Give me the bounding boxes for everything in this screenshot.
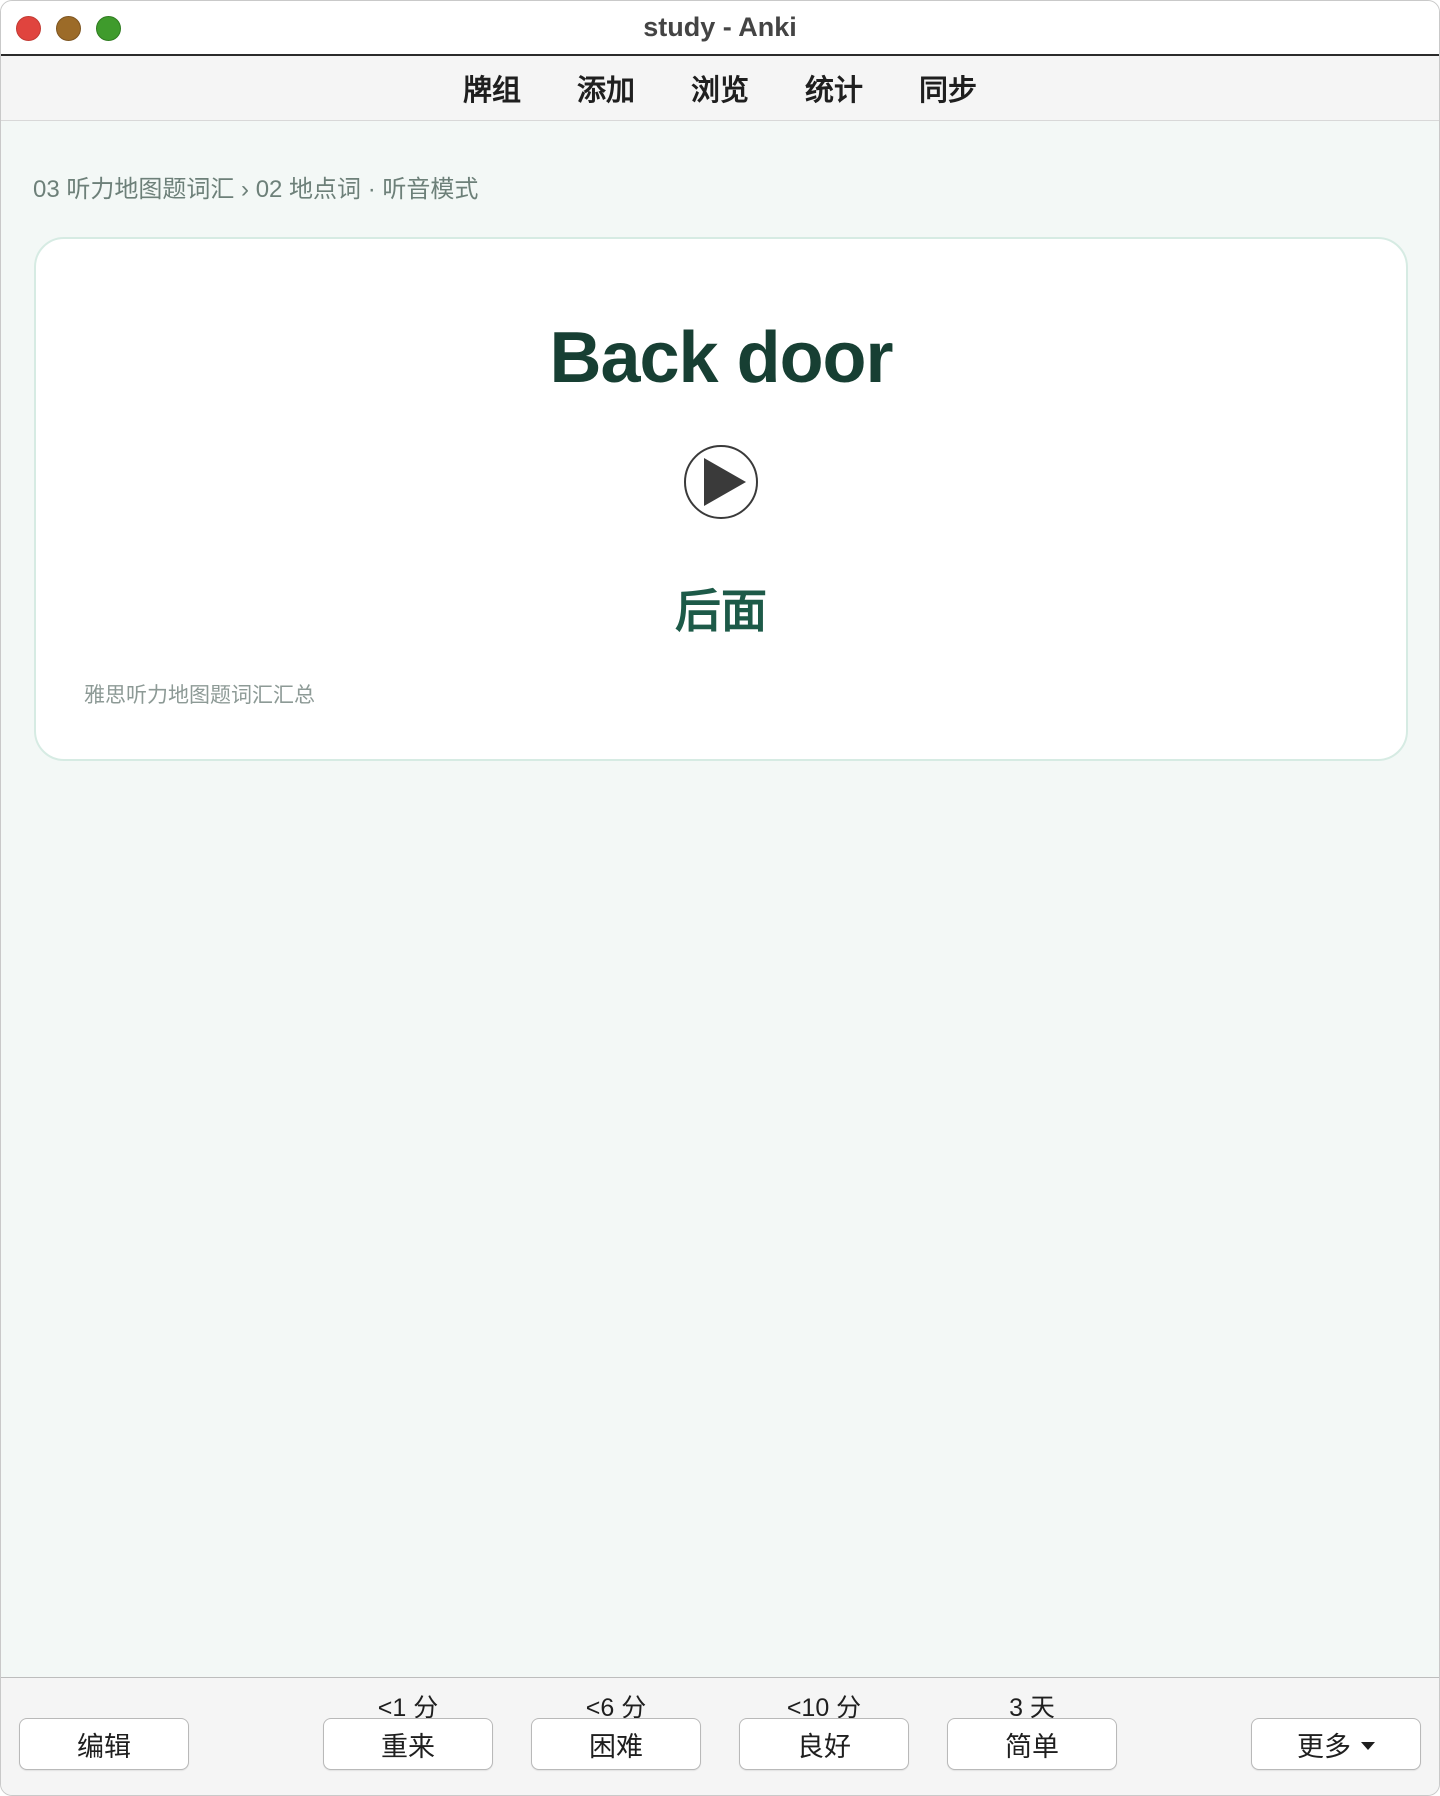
window-title: study - Anki [643, 12, 797, 42]
edit-button[interactable]: 编辑 [19, 1718, 189, 1770]
toolbar-decks[interactable]: 牌组 [435, 67, 549, 109]
play-audio-button[interactable] [684, 445, 758, 519]
play-icon [704, 458, 746, 506]
card-translation: 后面 [675, 585, 767, 637]
chevron-down-icon [1361, 1742, 1375, 1750]
deck-breadcrumb: 03 听力地图题词汇 › 02 地点词 · 听音模式 [33, 176, 479, 203]
title-bar: study - Anki [1, 1, 1439, 56]
toolbar-browse[interactable]: 浏览 [663, 67, 777, 109]
flashcard: Back door 后面 雅思听力地图题词汇汇总 [34, 237, 1408, 761]
card-source: 雅思听力地图题词汇汇总 [84, 684, 315, 707]
hard-button[interactable]: 困难 [531, 1718, 701, 1770]
anki-window: study - Anki 牌组 添加 浏览 统计 同步 03 听力地图题词汇 ›… [0, 0, 1440, 1796]
toolbar-sync[interactable]: 同步 [891, 67, 1005, 109]
again-button[interactable]: 重来 [323, 1718, 493, 1770]
more-button-label: 更多 [1297, 1731, 1351, 1762]
good-button[interactable]: 良好 [739, 1718, 909, 1770]
toolbar-add[interactable]: 添加 [549, 67, 663, 109]
easy-button[interactable]: 简单 [947, 1718, 1117, 1770]
card-word: Back door [549, 318, 893, 398]
review-bottom-bar: 编辑 <1 分 重来 <6 分 困难 <10 分 良好 3 天 简单 更多 [1, 1677, 1439, 1795]
more-button[interactable]: 更多 [1251, 1718, 1421, 1770]
toolbar-stats[interactable]: 统计 [777, 67, 891, 109]
main-toolbar: 牌组 添加 浏览 统计 同步 [1, 56, 1439, 121]
